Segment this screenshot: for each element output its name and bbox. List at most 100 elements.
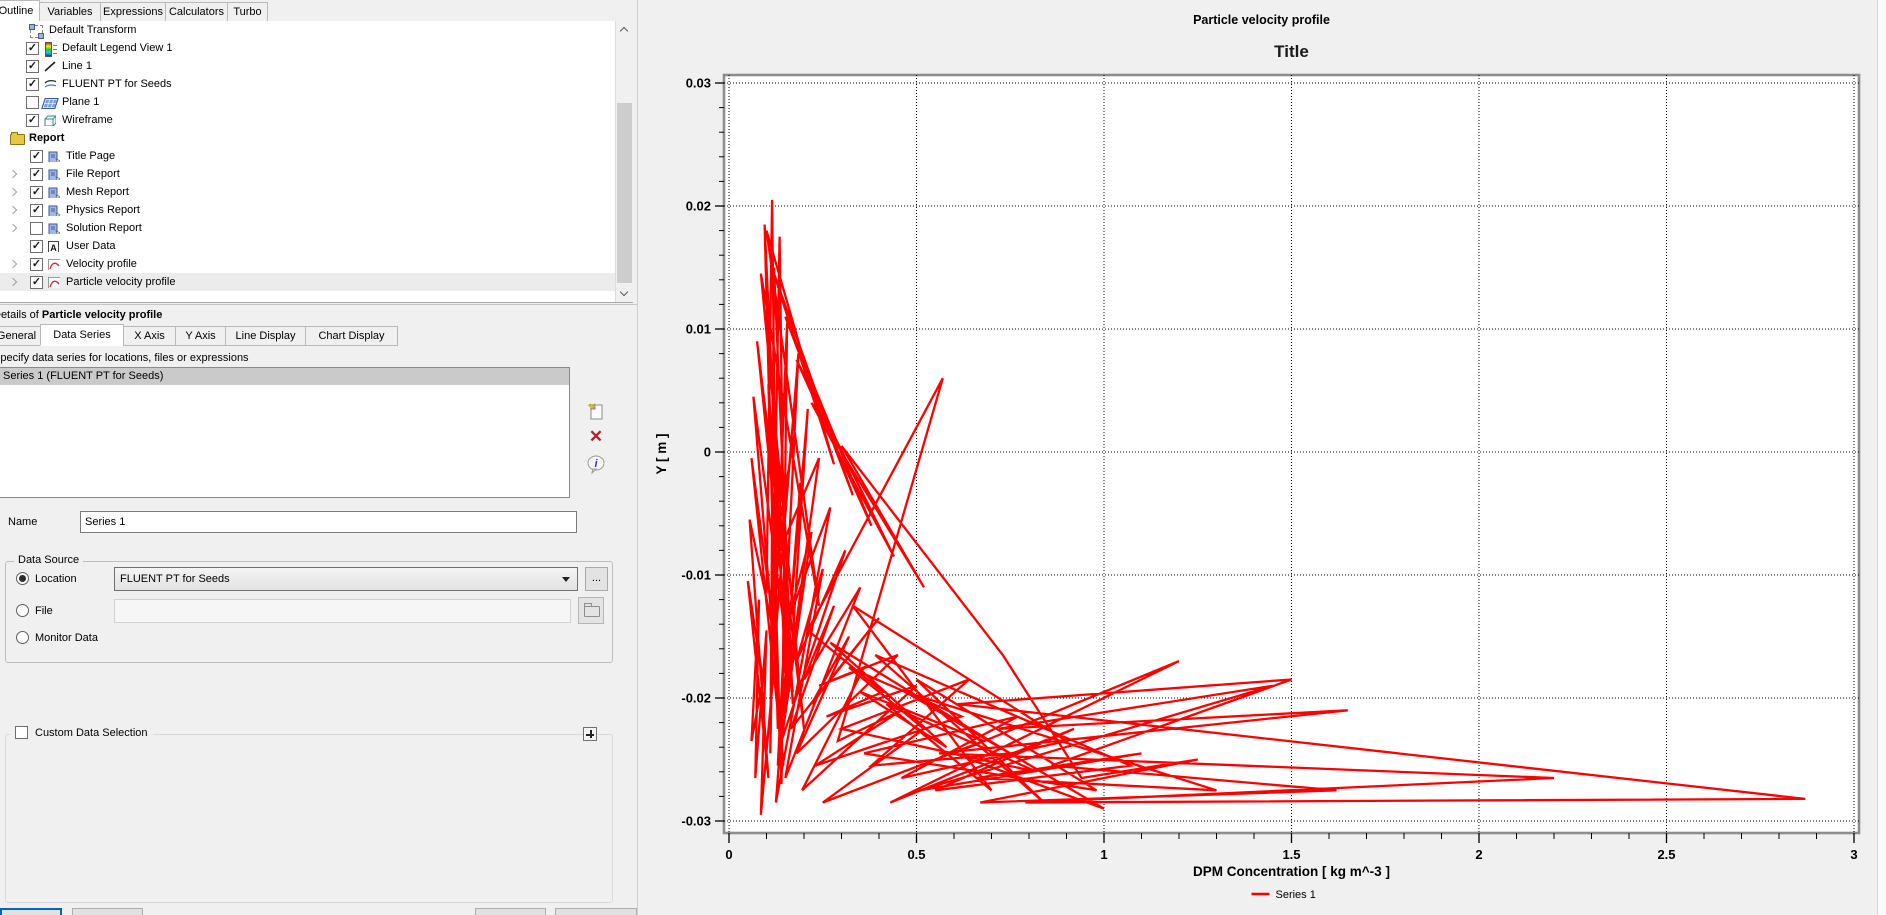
- visibility-checkbox[interactable]: ✓: [30, 149, 43, 163]
- tree-item-particle-velocity-profile[interactable]: ✓ Particle velocity profile: [0, 273, 633, 291]
- location-radio-circle[interactable]: [16, 572, 29, 585]
- tab-calculators[interactable]: Calculators: [165, 2, 228, 22]
- apply-button[interactable]: [0, 908, 62, 915]
- chevron-up-icon: [619, 26, 629, 36]
- tab-turbo[interactable]: Turbo: [227, 2, 268, 22]
- tree-scrollbar[interactable]: [615, 21, 633, 302]
- location-combobox-value: FLUENT PT for Seeds: [120, 573, 230, 585]
- location-radio[interactable]: Location: [16, 572, 77, 585]
- details-tab-data-series[interactable]: Data Series: [40, 324, 124, 346]
- tree-item-label: Physics Report: [66, 204, 140, 216]
- defaults-button[interactable]: [475, 908, 546, 915]
- tree-item-report[interactable]: Report: [0, 129, 633, 147]
- tree-item-default-legend-view-1[interactable]: ✓ Default Legend View 1: [0, 39, 633, 57]
- monitor-data-radio[interactable]: Monitor Data: [16, 631, 98, 644]
- visibility-checkbox[interactable]: ✓: [26, 77, 39, 91]
- details-tab-x-axis[interactable]: X Axis: [123, 326, 176, 346]
- tree-item-line-1[interactable]: ✓ Line 1: [0, 57, 633, 75]
- workspace-panel: Outline Variables Expressions Calculators Tu…: [0, 0, 637, 915]
- tree-item-mesh-report[interactable]: ✓ Mesh Report: [0, 183, 633, 201]
- x-tick-label: 1.5: [1282, 847, 1300, 862]
- name-label: Name: [8, 516, 38, 528]
- tree-item-label: User Data: [66, 240, 116, 252]
- tree-item-velocity-profile[interactable]: ✓ Velocity profile: [0, 255, 633, 273]
- details-tab-general[interactable]: General: [0, 326, 41, 346]
- y-tick-label: -0.02: [681, 691, 711, 706]
- details-tab-chart-display[interactable]: Chart Display: [305, 326, 398, 346]
- x-tick-label: 3: [1850, 847, 1857, 862]
- tree-item-physics-report[interactable]: ✓ Physics Report: [0, 201, 633, 219]
- plane-icon: [41, 97, 59, 109]
- tree-item-label: Particle velocity profile: [66, 276, 176, 288]
- tree-item-file-report[interactable]: ✓ File Report: [0, 165, 633, 183]
- location-browse-button[interactable]: ...: [585, 567, 608, 591]
- tree-item-fluent-pt-for-seeds[interactable]: ✓ FLUENT PT for Seeds: [0, 75, 633, 93]
- tab-expressions[interactable]: Expressions: [100, 2, 166, 22]
- new-series-button[interactable]: [586, 402, 606, 422]
- visibility-checkbox[interactable]: ✓: [30, 239, 43, 253]
- report-folder-icon: [10, 131, 25, 145]
- visibility-checkbox[interactable]: ✓: [26, 113, 39, 127]
- visibility-checkbox[interactable]: ✓: [30, 203, 43, 217]
- x-axis-title: DPM Concentration [ kg m^-3 ]: [1193, 864, 1390, 879]
- visibility-checkbox[interactable]: ✓: [26, 59, 39, 73]
- details-tab-line-display[interactable]: Line Display: [225, 326, 306, 346]
- particle-velocity-chart: 0.03 0.02 0.01 0 -0.01 -0.02 -0.03 0 0.5 1 1.5 2 2.5…: [654, 13, 1861, 901]
- report-page-icon: [48, 205, 60, 216]
- tree-item-wireframe[interactable]: ✓ Wireframe: [0, 111, 633, 129]
- details-tab-bar: General Data Series X Axis Y Axis Line Displ…: [0, 324, 398, 346]
- location-radio-label: Location: [35, 572, 77, 585]
- close-button[interactable]: [555, 908, 637, 915]
- chart-line-icon: [48, 276, 60, 288]
- scroll-up-button[interactable]: [616, 21, 633, 38]
- file-radio[interactable]: File: [16, 604, 53, 617]
- series-list-item[interactable]: Series 1 (FLUENT PT for Seeds): [0, 368, 569, 385]
- visibility-checkbox[interactable]: ✓: [30, 257, 43, 271]
- outline-tree: Default Transform ✓ Default Legend View 1 ✓…: [0, 21, 633, 303]
- delete-series-button[interactable]: ✕: [586, 428, 606, 448]
- tree-item-plane-1[interactable]: Plane 1: [0, 93, 633, 111]
- visibility-checkbox[interactable]: [26, 95, 39, 109]
- tree-item-title-page[interactable]: ✓ Title Page: [0, 147, 633, 165]
- expand-chevron-icon[interactable]: [8, 187, 18, 197]
- visibility-checkbox[interactable]: ✓: [30, 275, 43, 289]
- user-data-icon: A: [48, 240, 59, 252]
- new-page-icon: [588, 403, 603, 420]
- report-page-icon: [48, 187, 60, 198]
- expand-chevron-icon[interactable]: [8, 223, 18, 233]
- visibility-checkbox[interactable]: ✓: [26, 41, 39, 55]
- reset-button[interactable]: [72, 908, 143, 915]
- tab-variables[interactable]: Variables: [39, 2, 101, 22]
- scroll-down-button[interactable]: [616, 285, 633, 302]
- scrollbar-thumb[interactable]: [617, 103, 632, 283]
- x-tick-label: 0: [725, 847, 732, 862]
- series-listbox[interactable]: Series 1 (FLUENT PT for Seeds): [0, 367, 570, 498]
- tree-item-default-transform[interactable]: Default Transform: [0, 21, 633, 39]
- expand-chevron-icon[interactable]: [8, 277, 18, 287]
- tree-item-label: Default Legend View 1: [62, 42, 173, 54]
- file-browse-button: [578, 597, 604, 624]
- expand-section-button[interactable]: [583, 727, 597, 741]
- tree-item-solution-report[interactable]: Solution Report: [0, 219, 633, 237]
- workspace-tab-bar: Outline Variables Expressions Calculators Tu…: [0, 0, 268, 22]
- combo-dropdown-arrow-icon[interactable]: [562, 577, 570, 582]
- monitor-radio-circle[interactable]: [16, 631, 29, 644]
- custom-data-selection-row[interactable]: Custom Data Selection: [10, 726, 153, 739]
- series-name-input[interactable]: [80, 511, 577, 533]
- expand-chevron-icon[interactable]: [8, 259, 18, 269]
- visibility-checkbox[interactable]: ✓: [30, 185, 43, 199]
- y-tick-label: 0.02: [686, 199, 711, 214]
- tab-outline[interactable]: Outline: [0, 0, 40, 22]
- y-tick-label: 0.03: [686, 76, 711, 91]
- expand-chevron-icon[interactable]: [8, 169, 18, 179]
- custom-data-checkbox[interactable]: [15, 726, 28, 739]
- file-radio-circle[interactable]: [16, 604, 29, 617]
- expand-chevron-icon[interactable]: [8, 205, 18, 215]
- tree-item-label: Title Page: [66, 150, 116, 162]
- tree-item-user-data[interactable]: ✓ A User Data: [0, 237, 633, 255]
- series-info-button[interactable]: i: [586, 454, 606, 475]
- details-tab-y-axis[interactable]: Y Axis: [175, 326, 226, 346]
- visibility-checkbox[interactable]: ✓: [30, 167, 43, 181]
- visibility-checkbox[interactable]: [30, 221, 43, 235]
- location-combobox[interactable]: FLUENT PT for Seeds: [114, 567, 578, 591]
